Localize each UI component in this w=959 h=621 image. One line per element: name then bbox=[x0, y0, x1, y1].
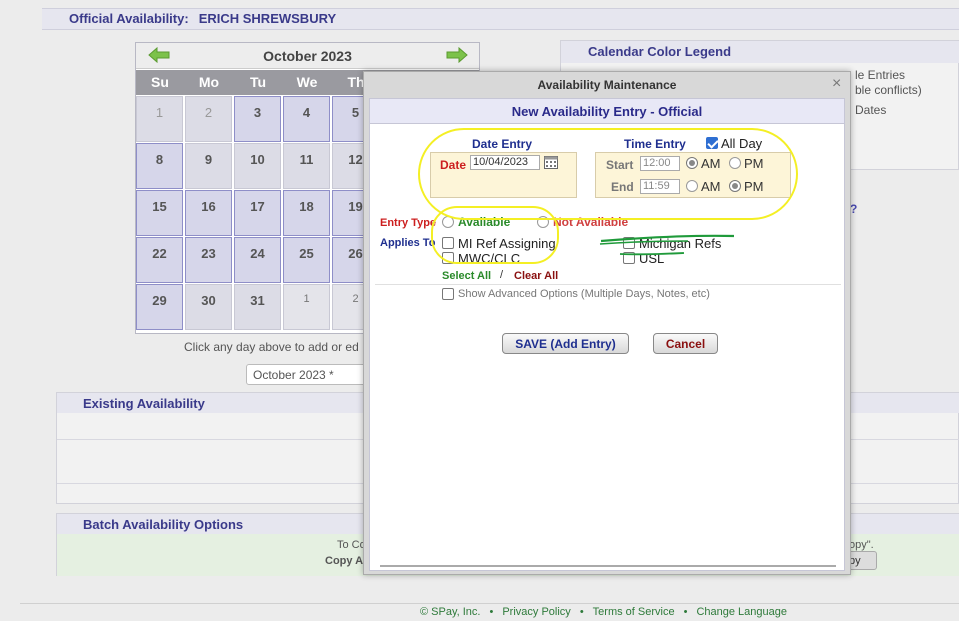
month-select[interactable]: October 2023 * bbox=[246, 364, 368, 385]
start-time-input[interactable]: 12:00 bbox=[640, 156, 680, 171]
weekday-label: Su bbox=[151, 74, 169, 90]
calendar-day[interactable]: 8 bbox=[136, 143, 183, 189]
calendar-day[interactable]: 1 bbox=[283, 284, 330, 330]
cancel-button[interactable]: Cancel bbox=[653, 333, 718, 354]
end-am-radio[interactable] bbox=[686, 180, 698, 192]
advanced-options-label: Show Advanced Options (Multiple Days, No… bbox=[458, 288, 710, 300]
next-month-arrow-icon[interactable] bbox=[446, 47, 468, 63]
footer-divider bbox=[20, 603, 959, 604]
modal-titlebar: Availability Maintenance bbox=[537, 78, 677, 92]
month-select-value: October 2023 * bbox=[253, 368, 334, 382]
calendar-day[interactable]: 16 bbox=[185, 190, 232, 236]
all-day-label: All Day bbox=[721, 136, 763, 151]
calendar-day[interactable]: 3 bbox=[234, 96, 281, 142]
annotation-strike bbox=[599, 234, 735, 256]
calendar-day[interactable]: 22 bbox=[136, 237, 183, 283]
footer-terms-link[interactable]: Terms of Service bbox=[593, 606, 675, 618]
calendar-day[interactable]: 9 bbox=[185, 143, 232, 189]
calendar-day[interactable]: 29 bbox=[136, 284, 183, 330]
mwc-clc-label: MWC/CLC bbox=[458, 251, 521, 266]
legend-entries-text: le Entries ble conflicts) bbox=[855, 68, 922, 98]
official-label: Official Availability: bbox=[69, 11, 189, 26]
date-input[interactable]: 10/04/2023 bbox=[470, 155, 540, 170]
end-time-input[interactable]: 11:59 bbox=[640, 179, 680, 194]
not-available-radio[interactable] bbox=[537, 216, 549, 228]
calendar-day[interactable]: 24 bbox=[234, 237, 281, 283]
close-icon[interactable]: × bbox=[832, 75, 841, 93]
footer-separator: • bbox=[683, 606, 688, 618]
calendar-day[interactable]: 31 bbox=[234, 284, 281, 330]
legend-entries-line1: le Entries bbox=[855, 68, 906, 82]
calendar-month-label: October 2023 bbox=[263, 48, 352, 64]
footer-language-link[interactable]: Change Language bbox=[696, 606, 787, 618]
start-am-radio[interactable] bbox=[686, 157, 698, 169]
legend-entries-line2: ble conflicts) bbox=[855, 83, 922, 97]
mwc-clc-checkbox[interactable] bbox=[442, 252, 454, 264]
divider bbox=[375, 284, 841, 285]
available-radio[interactable] bbox=[442, 216, 454, 228]
modal-bottom-divider bbox=[380, 565, 836, 567]
modal-heading: New Availability Entry - Official bbox=[370, 99, 844, 124]
footer-privacy-link[interactable]: Privacy Policy bbox=[502, 606, 570, 618]
batch-text: To Co bbox=[337, 539, 366, 551]
mi-ref-assigning-label: MI Ref Assigning bbox=[458, 236, 556, 251]
calendar-header: October 2023 bbox=[136, 43, 479, 69]
footer-separator: • bbox=[489, 606, 494, 618]
calendar-day[interactable]: 30 bbox=[185, 284, 232, 330]
weekday-label: Tu bbox=[249, 74, 267, 90]
mi-ref-assigning-checkbox[interactable] bbox=[442, 237, 454, 249]
calendar-day[interactable]: 4 bbox=[283, 96, 330, 142]
select-separator: / bbox=[500, 269, 504, 281]
legend-dates-text: Dates bbox=[855, 103, 887, 117]
footer: © SPay, Inc. • Privacy Policy • Terms of Ser… bbox=[420, 606, 787, 618]
weekday-label: Mo bbox=[198, 74, 220, 90]
weekday-label: We bbox=[296, 74, 318, 90]
end-am-label: AM bbox=[701, 179, 721, 194]
calendar-day[interactable]: 25 bbox=[283, 237, 330, 283]
start-pm-radio[interactable] bbox=[729, 157, 741, 169]
advanced-options-checkbox[interactable] bbox=[442, 288, 454, 300]
start-pm-label: PM bbox=[744, 156, 764, 171]
date-label: Date bbox=[440, 158, 467, 172]
legend-title: Calendar Color Legend bbox=[561, 41, 959, 63]
date-entry-label: Date Entry bbox=[472, 137, 533, 151]
modal-body: New Availability Entry - Official Date E… bbox=[369, 98, 845, 571]
calendar-day[interactable]: 10 bbox=[234, 143, 281, 189]
end-label: End bbox=[611, 180, 634, 194]
select-all-link[interactable]: Select All bbox=[442, 270, 491, 282]
calendar-day[interactable]: 11 bbox=[283, 143, 330, 189]
available-label: Available bbox=[458, 215, 511, 229]
legend-help-link[interactable]: ? bbox=[850, 202, 857, 216]
applies-to-label: Applies To bbox=[380, 237, 436, 249]
calendar-hint: Click any day above to add or ed bbox=[184, 340, 359, 354]
end-pm-label: PM bbox=[744, 179, 764, 194]
all-day-checkbox[interactable] bbox=[706, 137, 718, 149]
calendar-day[interactable]: 1 bbox=[136, 96, 183, 142]
time-entry-label: Time Entry bbox=[624, 137, 686, 151]
calendar-picker-icon[interactable] bbox=[544, 156, 558, 169]
not-available-label: Not Available bbox=[553, 215, 629, 229]
official-name: ERICH SHREWSBURY bbox=[198, 11, 337, 26]
official-title: Official Availability: ERICH SHREWSBURY bbox=[69, 11, 336, 26]
batch-copy-label: Copy A bbox=[325, 555, 364, 567]
calendar-day[interactable]: 23 bbox=[185, 237, 232, 283]
footer-copyright: © SPay, Inc. bbox=[420, 606, 481, 618]
end-pm-radio[interactable] bbox=[729, 180, 741, 192]
calendar-day[interactable]: 18 bbox=[283, 190, 330, 236]
start-label: Start bbox=[606, 158, 634, 172]
calendar-day[interactable]: 17 bbox=[234, 190, 281, 236]
availability-modal: Availability Maintenance × New Availabil… bbox=[363, 71, 851, 575]
entry-type-label: Entry Type bbox=[380, 217, 437, 229]
batch-text: opy". bbox=[849, 539, 874, 551]
start-am-label: AM bbox=[701, 156, 721, 171]
footer-separator: • bbox=[579, 606, 584, 618]
calendar-day[interactable]: 2 bbox=[185, 96, 232, 142]
calendar-day[interactable]: 15 bbox=[136, 190, 183, 236]
clear-all-link[interactable]: Clear All bbox=[514, 270, 558, 282]
save-button[interactable]: SAVE (Add Entry) bbox=[502, 333, 629, 354]
